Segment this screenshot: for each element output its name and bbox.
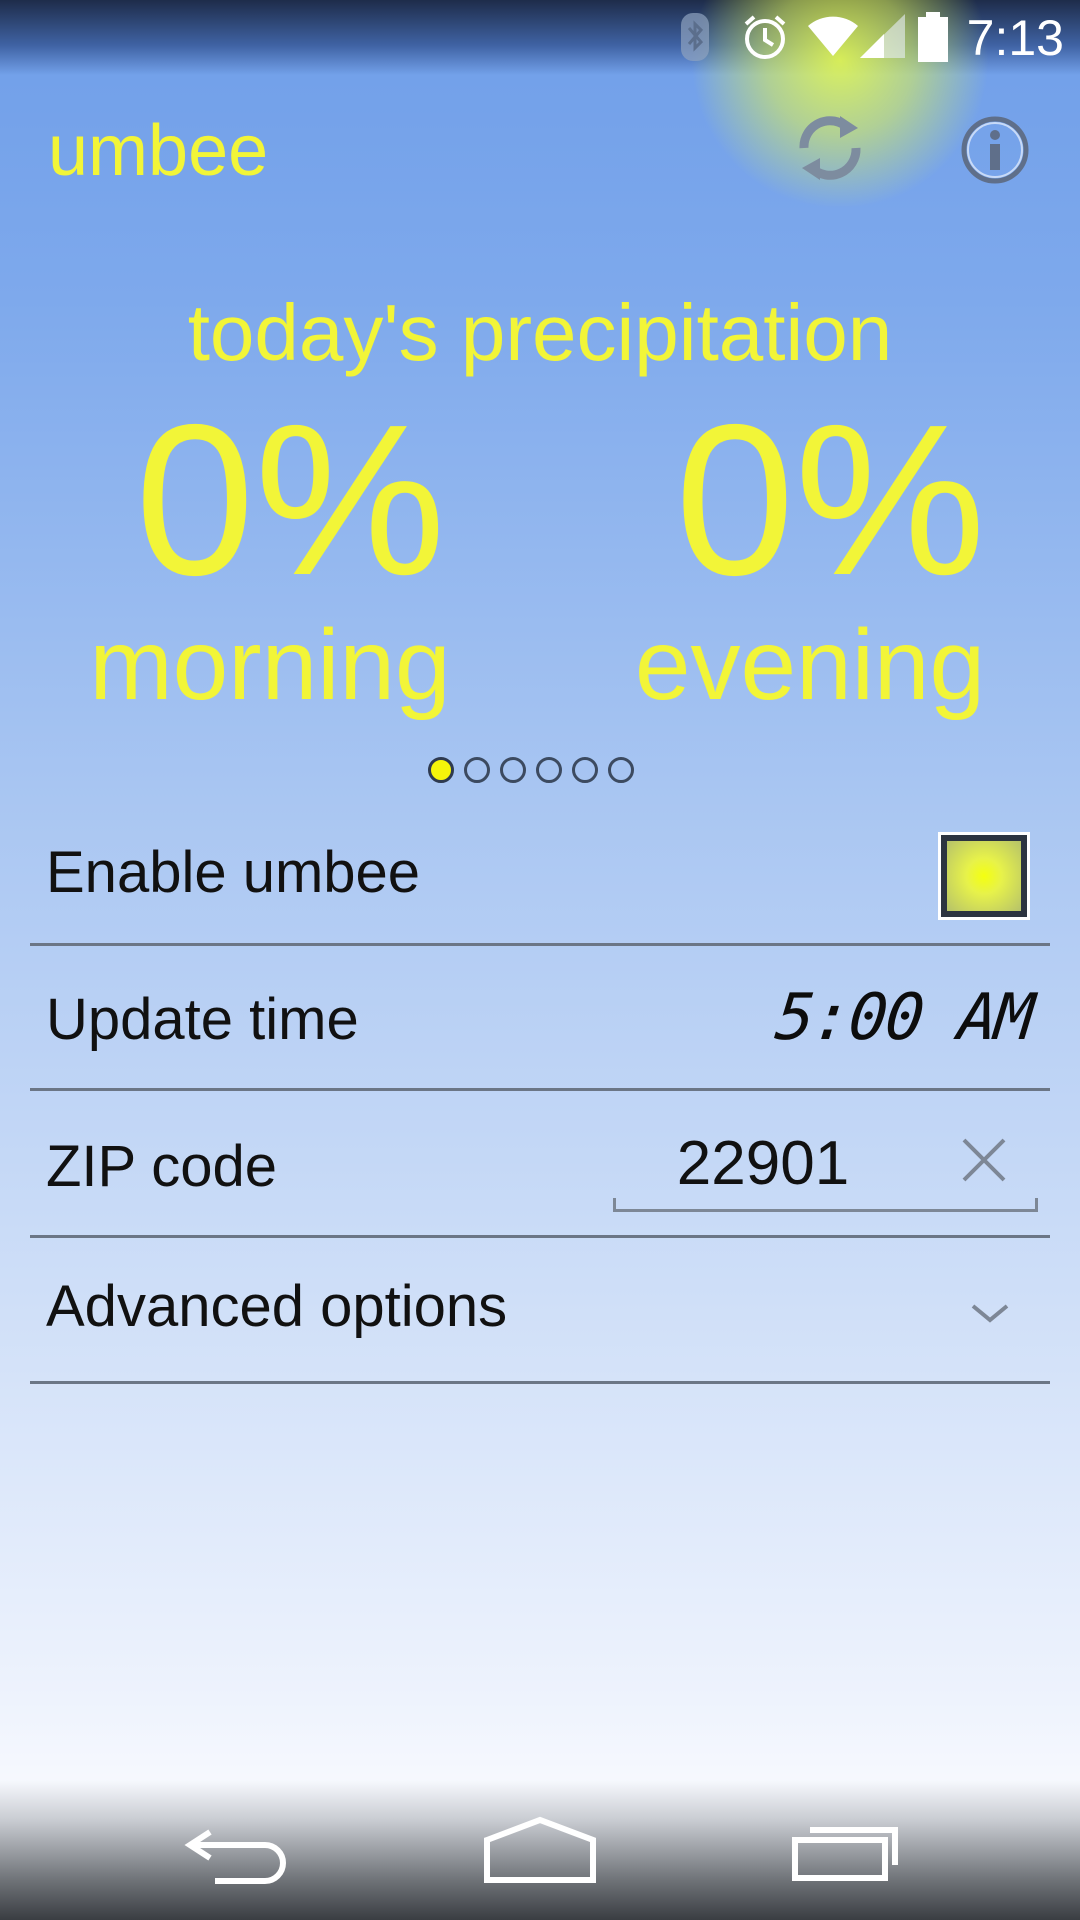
enable-umbee-label: Enable umbee <box>46 840 421 905</box>
update-time-row[interactable]: Update time 5:00 AM <box>30 945 1050 1091</box>
home-icon[interactable] <box>470 1810 610 1890</box>
chevron-down-icon[interactable] <box>965 1298 1015 1328</box>
enable-umbee-checkbox[interactable] <box>938 832 1030 920</box>
zip-code-field[interactable] <box>613 1112 1038 1212</box>
navigation-bar <box>0 1780 1080 1920</box>
page-dot[interactable] <box>536 757 562 783</box>
app-title: umbee <box>48 111 269 191</box>
update-time-value[interactable]: 5:00 AM <box>772 980 1036 1056</box>
morning-precipitation-value: 0% <box>135 379 446 620</box>
update-time-label: Update time <box>46 987 359 1052</box>
page-dot[interactable] <box>428 757 454 783</box>
page-indicator[interactable] <box>428 757 634 783</box>
clear-icon[interactable] <box>958 1134 1010 1186</box>
advanced-options-label: Advanced options <box>46 1274 508 1339</box>
evening-label: evening <box>634 609 986 721</box>
checkbox-checked-indicator <box>947 841 1021 911</box>
page-dot[interactable] <box>464 757 490 783</box>
battery-icon <box>918 12 948 62</box>
alarm-icon <box>744 15 786 59</box>
evening-precipitation-value: 0% <box>675 379 986 620</box>
page-dot[interactable] <box>608 757 634 783</box>
page-dot[interactable] <box>572 757 598 783</box>
precipitation-title: today's precipitation <box>187 288 893 377</box>
bluetooth-icon <box>681 13 709 61</box>
page-dot[interactable] <box>500 757 526 783</box>
recent-apps-icon[interactable] <box>780 1810 920 1890</box>
info-icon[interactable] <box>960 115 1030 185</box>
signal-icon <box>860 14 905 58</box>
enable-umbee-row[interactable]: Enable umbee <box>30 800 1050 946</box>
zip-code-input[interactable] <box>613 1128 913 1200</box>
morning-label: morning <box>89 609 451 721</box>
wifi-icon <box>808 16 858 56</box>
advanced-options-row[interactable]: Advanced options <box>30 1238 1050 1384</box>
back-icon[interactable] <box>170 1810 310 1890</box>
refresh-icon[interactable] <box>790 108 870 188</box>
zip-code-row: ZIP code <box>30 1092 1050 1238</box>
zip-code-label: ZIP code <box>46 1134 278 1199</box>
status-time: 7:13 <box>966 10 1064 66</box>
